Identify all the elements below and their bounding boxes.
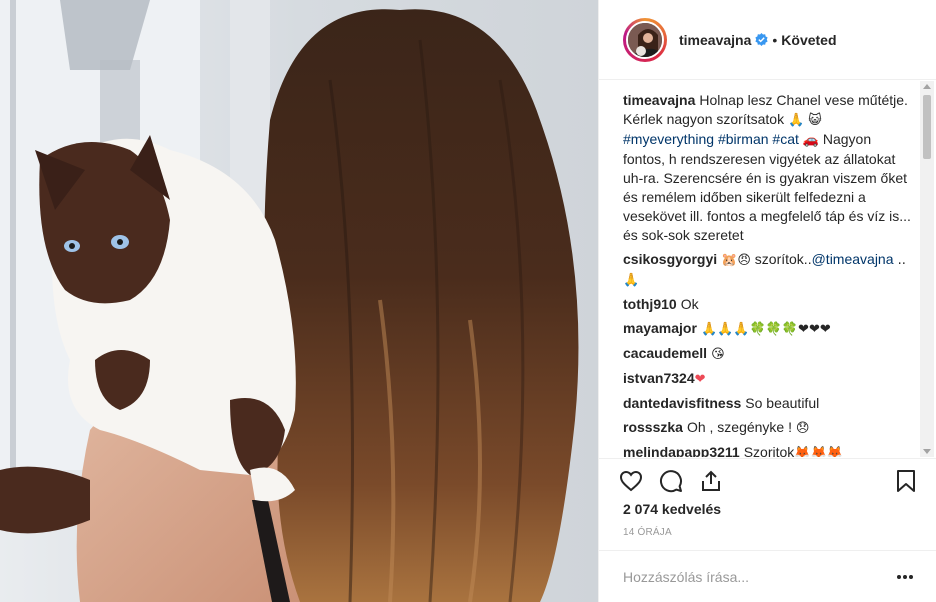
mention-link[interactable]: @timeavajna <box>812 251 894 267</box>
comment-username[interactable]: melindapapp3211 <box>623 444 740 457</box>
post-photo-illustration <box>0 0 598 602</box>
comment-username[interactable]: rossszka <box>623 419 683 435</box>
comment-username[interactable]: istvan7324 <box>623 370 695 386</box>
comment-item: rossszka Oh , szegényke ! 😞 <box>623 419 810 436</box>
likes-count[interactable]: 2 074 kedvelés <box>623 501 721 517</box>
post-header: timeavajna • Követed <box>599 0 936 80</box>
share-button[interactable] <box>699 461 739 501</box>
comments-list[interactable]: timeavajna Holnap lesz Chanel vese műtétj… <box>599 81 929 457</box>
post-actions <box>599 458 936 502</box>
comment-username[interactable]: csikosgyorgyi <box>623 251 717 267</box>
comment-button[interactable] <box>659 461 699 501</box>
comment-username[interactable]: dantedavisfitness <box>623 395 741 411</box>
add-comment-bar <box>599 550 936 602</box>
comment-item: istvan7324❤ <box>623 370 706 387</box>
like-button[interactable] <box>619 461 659 501</box>
avatar[interactable] <box>623 17 667 62</box>
hashtag-link[interactable]: #birman <box>718 131 769 147</box>
post-side-panel: timeavajna • Követed timeavajna Holnap le… <box>598 0 936 602</box>
header-separator: • <box>772 31 778 48</box>
hashtag-link[interactable]: #cat <box>772 131 798 147</box>
comment-username[interactable]: timeavajna <box>623 92 695 108</box>
scroll-down-icon[interactable] <box>923 449 931 454</box>
more-options-icon[interactable] <box>897 574 913 579</box>
comments-scrollbar[interactable] <box>920 81 934 457</box>
comment-input[interactable] <box>623 568 897 585</box>
comment-item: csikosgyorgyi 🐹😠 szorítok..@timeavajna ..… <box>623 251 906 288</box>
comment-username[interactable]: cacaudemell <box>623 345 707 361</box>
comment-item: melindapapp3211 Szoritok🦊🦊🦊 <box>623 443 913 457</box>
hashtag-link[interactable]: #myeverything <box>623 131 714 147</box>
post-timestamp[interactable]: 14 órája <box>623 527 672 538</box>
scroll-up-icon[interactable] <box>923 84 931 89</box>
following-button[interactable]: Követed <box>781 32 836 48</box>
post-photo[interactable] <box>0 0 598 602</box>
verified-badge-icon <box>755 33 768 46</box>
comment-item: dantedavisfitness So beautiful <box>623 395 820 411</box>
comment-item: tothj910 Ok <box>623 296 699 312</box>
comment-icon <box>660 469 682 492</box>
comment-username[interactable]: mayamajor <box>623 320 697 336</box>
scroll-thumb[interactable] <box>923 95 931 159</box>
caption: timeavajna Holnap lesz Chanel vese műtétj… <box>623 92 911 243</box>
comment-item: cacaudemell 😘 <box>623 345 725 362</box>
save-button[interactable] <box>877 461 917 501</box>
bookmark-icon <box>897 469 915 492</box>
comment-item: mayamajor 🙏🙏🙏🍀🍀🍀❤❤❤ <box>623 320 831 337</box>
avatar-image <box>626 20 664 59</box>
share-icon <box>702 470 720 491</box>
heart-icon <box>619 470 643 491</box>
comment-username[interactable]: tothj910 <box>623 296 677 312</box>
header-username[interactable]: timeavajna <box>679 32 751 48</box>
